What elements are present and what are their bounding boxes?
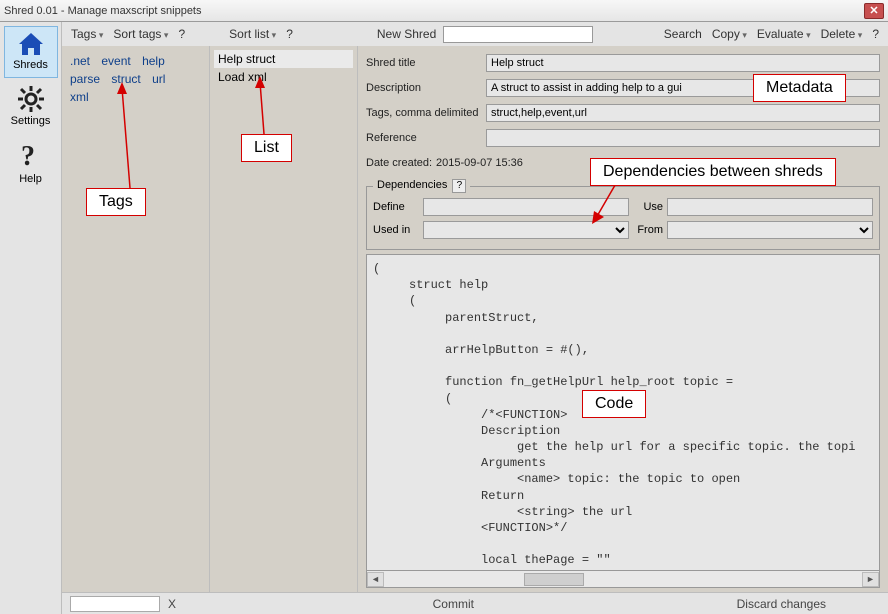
date-created-label: Date created: (366, 157, 432, 169)
menu-list-help[interactable]: ? (283, 25, 296, 43)
question-icon: ? (18, 141, 44, 171)
close-button[interactable]: ✕ (864, 3, 884, 19)
reference-input[interactable] (486, 129, 880, 147)
sidebar-item-label: Shreds (13, 59, 48, 71)
dependencies-group: Dependencies ? Define Use Used in From (366, 179, 880, 250)
used-in-label: Used in (373, 224, 419, 236)
tag-item[interactable]: xml (70, 90, 89, 104)
description-label: Description (366, 82, 486, 94)
sidebar-item-label: Help (19, 173, 42, 185)
tag-item[interactable]: parse (70, 72, 100, 86)
menu-copy[interactable]: Copy (709, 25, 750, 43)
dependencies-legend: Dependencies (377, 179, 447, 191)
list-panel: Help struct Load xml (210, 46, 358, 592)
from-select[interactable] (667, 221, 873, 239)
menu-search[interactable]: Search (661, 25, 705, 43)
menu-sort-tags[interactable]: Sort tags (110, 25, 171, 43)
menu-sort-list[interactable]: Sort list (226, 25, 279, 43)
list-item[interactable]: Help struct (214, 50, 353, 68)
use-input[interactable] (667, 198, 873, 216)
from-label: From (633, 224, 663, 236)
use-label: Use (633, 201, 663, 213)
status-clear-button[interactable]: X (168, 597, 176, 611)
menu-tags[interactable]: Tags (68, 25, 106, 43)
tag-cloud: .net event help parse struct url xml (70, 52, 201, 106)
new-shred-label: New Shred (374, 25, 439, 43)
menu-tags-help[interactable]: ? (175, 25, 188, 43)
scroll-left-icon[interactable]: ◄ (367, 572, 384, 587)
discard-button[interactable]: Discard changes (731, 595, 832, 613)
menu-evaluate[interactable]: Evaluate (754, 25, 814, 43)
tags-input[interactable] (486, 104, 880, 122)
tags-label: Tags, comma delimited (366, 107, 486, 119)
scroll-right-icon[interactable]: ► (862, 572, 879, 587)
dependencies-help-button[interactable]: ? (452, 179, 466, 193)
new-shred-input[interactable] (443, 26, 593, 43)
tag-item[interactable]: help (142, 54, 165, 68)
sidebar-item-label: Settings (11, 115, 51, 127)
description-input[interactable] (486, 79, 880, 97)
gear-icon (17, 85, 45, 113)
scroll-track[interactable] (384, 572, 862, 587)
menu-delete[interactable]: Delete (818, 25, 866, 43)
svg-text:?: ? (21, 141, 35, 171)
home-icon (16, 31, 46, 57)
detail-panel: Shred title Description Tags, comma deli… (358, 46, 888, 592)
define-label: Define (373, 201, 419, 213)
sidebar-item-shreds[interactable]: Shreds (4, 26, 58, 78)
menu-help[interactable]: ? (869, 25, 882, 43)
title-bar: Shred 0.01 - Manage maxscript snippets ✕ (0, 0, 888, 22)
close-icon: ✕ (869, 4, 878, 17)
list-item[interactable]: Load xml (214, 68, 353, 86)
code-editor[interactable]: ( struct help ( parentStruct, arrHelpBut… (366, 254, 880, 571)
code-h-scrollbar[interactable]: ◄ ► (366, 571, 880, 588)
window-title: Shred 0.01 - Manage maxscript snippets (4, 5, 202, 17)
sidebar-item-settings[interactable]: Settings (4, 80, 58, 134)
define-input[interactable] (423, 198, 629, 216)
nav-sidebar: Shreds Settings ? Help (0, 22, 62, 614)
scroll-thumb[interactable] (524, 573, 584, 586)
reference-label: Reference (366, 132, 486, 144)
status-field[interactable] (70, 596, 160, 612)
sidebar-item-help[interactable]: ? Help (4, 136, 58, 192)
tag-item[interactable]: struct (111, 72, 140, 86)
status-bar: X Commit Discard changes (62, 592, 888, 614)
tags-panel: .net event help parse struct url xml (62, 46, 210, 592)
shred-list[interactable]: Help struct Load xml (214, 50, 353, 588)
used-in-select[interactable] (423, 221, 629, 239)
commit-button[interactable]: Commit (427, 595, 480, 613)
date-created-value: 2015-09-07 15:36 (436, 157, 523, 169)
tag-item[interactable]: event (101, 54, 130, 68)
tag-item[interactable]: .net (70, 54, 90, 68)
tag-item[interactable]: url (152, 72, 165, 86)
shred-title-label: Shred title (366, 57, 486, 69)
shred-title-input[interactable] (486, 54, 880, 72)
menu-bar: Tags Sort tags ? Sort list ? New Shred S… (62, 22, 888, 46)
